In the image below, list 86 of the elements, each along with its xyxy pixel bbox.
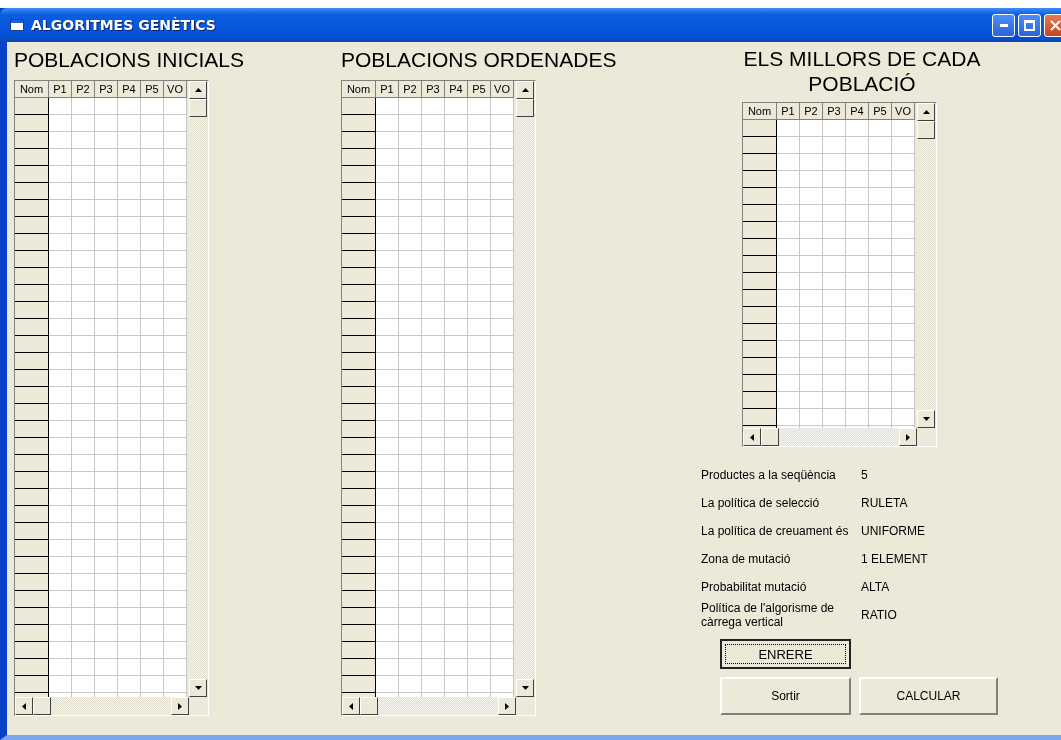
scroll-thumb[interactable] — [516, 99, 534, 117]
vertical-scrollbar[interactable] — [189, 81, 207, 697]
setting-label: Política de l'algorisme de càrrega vertical — [701, 601, 836, 629]
column-header[interactable]: P4 — [846, 103, 869, 120]
down-arrow-icon — [922, 417, 930, 421]
column-header[interactable]: P3 — [823, 103, 846, 120]
scroll-right-button[interactable] — [498, 697, 516, 715]
setting-label: Probabilitat mutació — [701, 579, 808, 596]
setting-value: UNIFORME — [861, 524, 926, 538]
column-header[interactable]: P4 — [445, 81, 468, 98]
setting-value: 1 ELEMENT — [861, 552, 929, 566]
vertical-scrollbar[interactable] — [917, 103, 935, 428]
column-header[interactable]: P1 — [376, 81, 399, 98]
column-header[interactable]: VO — [892, 103, 915, 120]
scroll-right-button[interactable] — [899, 428, 917, 446]
minimize-icon — [999, 23, 1008, 27]
column-header[interactable]: Nom — [15, 81, 49, 98]
action-button[interactable]: CALCULAR — [859, 677, 998, 715]
left-arrow-icon — [750, 433, 754, 441]
column-header[interactable]: P5 — [141, 81, 164, 98]
horizontal-scrollbar[interactable] — [743, 428, 917, 446]
scroll-thumb[interactable] — [189, 99, 207, 117]
column-header[interactable]: P2 — [399, 81, 422, 98]
window-icon — [10, 19, 24, 31]
scroll-thumb[interactable] — [360, 697, 378, 715]
close-icon — [1050, 19, 1061, 31]
column-header[interactable]: P3 — [422, 81, 445, 98]
horizontal-scrollbar[interactable] — [15, 697, 189, 715]
maximize-icon — [1024, 19, 1035, 31]
scroll-down-button[interactable] — [917, 410, 935, 428]
up-arrow-icon — [521, 88, 529, 92]
maximize-button[interactable] — [1018, 13, 1041, 37]
column-header[interactable]: VO — [164, 81, 187, 98]
horizontal-scrollbar[interactable] — [342, 697, 516, 715]
scroll-left-button[interactable] — [15, 697, 33, 715]
section-heading: POBLACIONS INICIALS — [14, 48, 245, 72]
scroll-left-button[interactable] — [743, 428, 761, 446]
column-header[interactable]: VO — [491, 81, 514, 98]
scroll-up-button[interactable] — [189, 81, 207, 99]
scroll-thumb[interactable] — [917, 121, 935, 139]
window-title: ALGORITMES GENÈTICS — [31, 17, 216, 33]
action-button[interactable]: Sortir — [720, 677, 851, 715]
section-heading: POBLACIONS ORDENADES — [341, 48, 618, 72]
scroll-right-button[interactable] — [171, 697, 189, 715]
scroll-down-button[interactable] — [189, 679, 207, 697]
vertical-scrollbar[interactable] — [516, 81, 534, 697]
grid-cells[interactable] — [376, 98, 514, 697]
column-header[interactable]: P4 — [118, 81, 141, 98]
left-arrow-icon — [349, 702, 353, 710]
grid-cells[interactable] — [49, 98, 187, 697]
column-header[interactable]: P2 — [72, 81, 95, 98]
scroll-left-button[interactable] — [342, 697, 360, 715]
up-arrow-icon — [922, 110, 930, 114]
column-header[interactable]: P5 — [468, 81, 491, 98]
scroll-down-button[interactable] — [516, 679, 534, 697]
setting-value: RATIO — [861, 608, 898, 622]
setting-value: ALTA — [861, 580, 891, 594]
column-header[interactable]: Nom — [743, 103, 777, 120]
left-arrow-icon — [22, 702, 26, 710]
down-arrow-icon — [194, 686, 202, 690]
close-button[interactable] — [1044, 13, 1061, 37]
right-arrow-icon — [178, 702, 182, 710]
grid-cells[interactable] — [777, 120, 915, 428]
column-header[interactable]: Nom — [342, 81, 376, 98]
scroll-thumb[interactable] — [761, 428, 779, 446]
column-header[interactable]: P1 — [777, 103, 800, 120]
scroll-up-button[interactable] — [516, 81, 534, 99]
scroll-thumb[interactable] — [33, 697, 51, 715]
up-arrow-icon — [194, 88, 202, 92]
setting-label: Zona de mutació — [701, 551, 792, 568]
minimize-button[interactable] — [992, 13, 1015, 37]
column-header[interactable]: P5 — [869, 103, 892, 120]
right-arrow-icon — [505, 702, 509, 710]
down-arrow-icon — [521, 686, 529, 690]
column-header[interactable]: P1 — [49, 81, 72, 98]
setting-label: La política de creuament és — [701, 523, 850, 540]
right-arrow-icon — [906, 433, 910, 441]
scroll-up-button[interactable] — [917, 103, 935, 121]
setting-label: Productes a la seqüència — [701, 467, 837, 484]
setting-value: 5 — [861, 468, 869, 482]
setting-value: RULETA — [861, 496, 909, 510]
action-button[interactable]: ENRERE — [720, 639, 851, 669]
setting-label: La política de selecció — [701, 495, 821, 512]
column-header[interactable]: P2 — [800, 103, 823, 120]
column-header[interactable]: P3 — [95, 81, 118, 98]
section-heading: ELS MILLORS DE CADA POBLACIÓ — [742, 46, 982, 96]
